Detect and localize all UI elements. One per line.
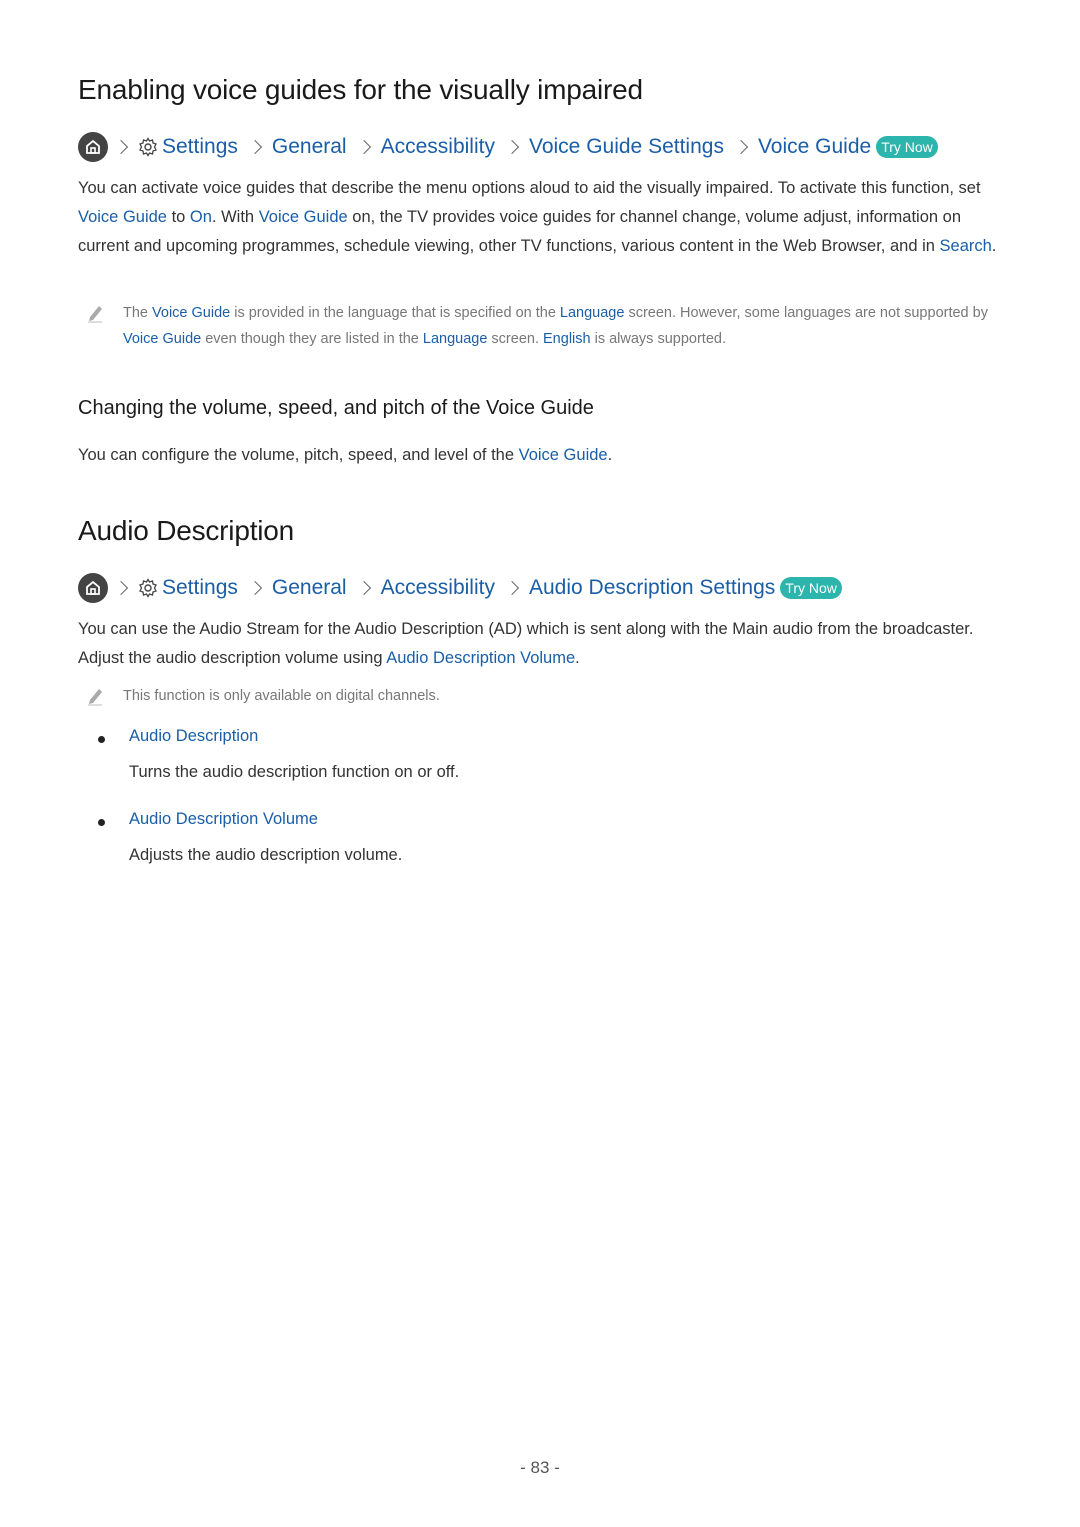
link-voice-guide[interactable]: Voice Guide [519,446,608,464]
text: screen. [487,330,544,347]
chevron-right-icon [247,139,262,155]
link-language[interactable]: Language [423,331,488,347]
chevron-right-icon [733,139,749,155]
chevron-right-icon [504,139,520,155]
chevron-right-icon [113,580,129,596]
note-digital-channels: This function is only available on digit… [78,684,1013,710]
pencil-note-icon [86,303,104,333]
text: to [166,208,190,226]
chevron-right-icon [504,580,520,596]
breadcrumb-voice-guide[interactable]: Voice Guide [758,135,871,159]
breadcrumb-settings[interactable]: Settings [162,576,238,600]
text: . [991,237,997,255]
gear-icon [138,578,158,598]
item-audio-description[interactable]: Audio Description [129,727,258,746]
link-voice-guide[interactable]: Voice Guide [123,331,201,347]
breadcrumb-voice-guide-settings[interactable]: Voice Guide Settings [529,135,724,159]
pencil-note-icon [86,686,104,716]
bullet-icon [98,736,105,743]
link-on[interactable]: On [190,208,212,226]
home-icon [78,132,108,162]
voice-guide-config-text: You can configure the volume, pitch, spe… [78,441,1013,470]
link-voice-guide[interactable]: Voice Guide [152,305,230,321]
chevron-right-icon [356,139,371,155]
gear-icon [138,137,158,157]
link-english[interactable]: English [543,331,591,347]
text: screen. However, some languages are not … [624,305,988,321]
text: . [575,649,580,667]
breadcrumb-voice-guide: Settings General Accessibility Voice Gui… [78,131,938,163]
link-audio-description-volume[interactable]: Audio Description Volume [386,649,575,667]
text: The [123,305,153,321]
text: is always supported. [590,330,726,347]
link-language[interactable]: Language [560,305,625,321]
try-now-button[interactable]: Try Now [876,136,938,158]
audio-description-text: You can use the Audio Stream for the Aud… [78,615,1013,673]
subheading-voice-guide-settings: Changing the volume, speed, and pitch of… [78,397,594,419]
breadcrumb-accessibility[interactable]: Accessibility [381,135,495,159]
bullet-icon [98,819,105,826]
text: is provided in the language that is spec… [230,305,560,321]
note-language: The Voice Guide is provided in the langu… [78,301,1013,352]
try-now-button[interactable]: Try Now [780,577,842,599]
link-voice-guide[interactable]: Voice Guide [78,208,167,226]
voice-guide-description: You can activate voice guides that descr… [78,174,1013,261]
section-title-audio-description: Audio Description [78,515,295,546]
link-voice-guide[interactable]: Voice Guide [259,208,348,226]
breadcrumb-audio-description-settings[interactable]: Audio Description Settings [529,576,775,600]
item-audio-description-volume[interactable]: Audio Description Volume [129,810,318,829]
item-audio-description-volume-desc: Adjusts the audio description volume. [129,846,403,864]
breadcrumb-audio-description: Settings General Accessibility Audio Des… [78,572,842,604]
chevron-right-icon [113,139,129,155]
breadcrumb-settings[interactable]: Settings [162,135,238,159]
text: You can configure the volume, pitch, spe… [78,446,519,464]
link-search[interactable]: Search [940,237,992,255]
text: even though they are listed in the [201,330,423,347]
chevron-right-icon [247,580,262,596]
breadcrumb-general[interactable]: General [272,576,347,600]
breadcrumb-accessibility[interactable]: Accessibility [381,576,495,600]
breadcrumb-general[interactable]: General [272,135,347,159]
home-icon [78,573,108,603]
text: . [607,446,613,464]
item-audio-description-desc: Turns the audio description function on … [129,763,460,781]
text: . With [211,208,259,226]
note-text: This function is only available on digit… [123,688,440,704]
section-title-voice-guide: Enabling voice guides for the visually i… [78,74,643,105]
page-number: - 83 - [520,1458,560,1477]
chevron-right-icon [356,580,371,596]
text: You can activate voice guides that descr… [78,179,981,197]
